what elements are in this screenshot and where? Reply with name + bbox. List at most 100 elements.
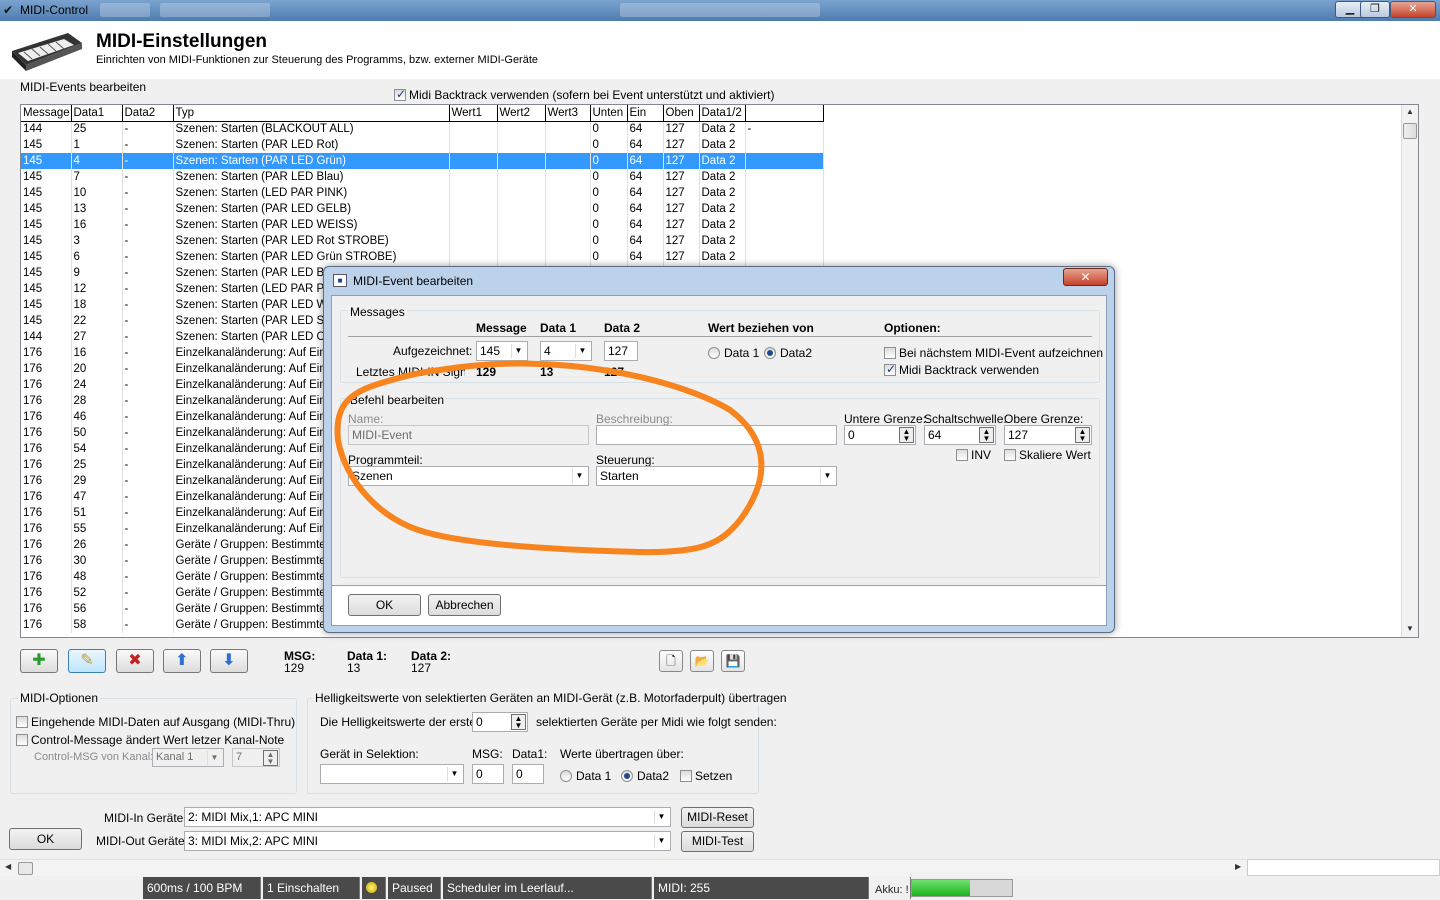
column-header[interactable]: Wert1 [449, 105, 498, 122]
brightness-msg-field[interactable]: 0 [472, 764, 504, 784]
source-data1-radio[interactable]: Data 1 [708, 346, 759, 360]
channel-number-field[interactable]: 7 ▲ ▼ [232, 748, 280, 767]
midi-thru-checkbox[interactable] [16, 716, 28, 728]
scroll-left-arrow-icon[interactable]: ◀ [5, 862, 11, 871]
new-file-button[interactable]: 🗋 [659, 650, 683, 672]
invert-row[interactable]: INV [956, 448, 991, 462]
upper-limit-field[interactable]: 127 ▲ ▼ [1004, 425, 1092, 445]
column-header[interactable] [745, 105, 824, 122]
delete-event-button[interactable]: ✖ [116, 649, 154, 673]
ok-button[interactable]: OK [9, 828, 82, 850]
channel-select-value: Kanal 1 [156, 751, 194, 763]
scale-checkbox[interactable] [1004, 449, 1016, 461]
maximize-button[interactable]: ❐ [1360, 1, 1390, 18]
stepper-icon[interactable]: ▲ ▼ [263, 750, 278, 766]
column-header[interactable]: Data2 [122, 105, 174, 122]
open-folder-button[interactable]: 📂 [690, 650, 714, 672]
column-header[interactable]: Ein [627, 105, 664, 122]
dialog-ok-button[interactable]: OK [348, 594, 421, 616]
move-up-button[interactable]: ⬆ [163, 649, 201, 673]
scroll-thumb[interactable] [1403, 123, 1417, 139]
set-checkbox-row[interactable]: Setzen [680, 769, 732, 783]
device-selection-combo[interactable]: ▼ [320, 764, 464, 784]
brightness-data1-field[interactable]: 0 [512, 764, 544, 784]
column-header[interactable]: Oben [663, 105, 700, 122]
radio-button[interactable] [560, 770, 572, 782]
name-field[interactable]: MIDI-Event [348, 425, 589, 445]
radio-button[interactable] [621, 770, 633, 782]
dialog-backtrack-checkbox[interactable] [884, 362, 896, 376]
program-part-combo[interactable]: Szenen ▼ [348, 466, 589, 486]
column-header[interactable]: Message [21, 105, 72, 122]
source-data2-radio[interactable]: Data2 [764, 346, 812, 360]
table-row[interactable]: 145 7- Szenen: Starten (PAR LED Blau) 0 64 12… [21, 169, 824, 185]
radio-button[interactable] [708, 347, 720, 359]
column-header[interactable]: Typ [173, 105, 450, 122]
column-header[interactable]: Data1 [71, 105, 123, 122]
record-next-checkbox[interactable] [884, 347, 896, 359]
transfer-data1-radio[interactable]: Data 1 [560, 769, 611, 783]
table-cell: 56 [71, 601, 123, 617]
move-down-button[interactable]: ⬇ [210, 649, 248, 673]
table-cell: 10 [71, 185, 123, 201]
midi-reset-button[interactable]: MIDI-Reset [681, 807, 754, 828]
table-row[interactable]: 145 4- Szenen: Starten (PAR LED Grün) 0 64 12… [21, 153, 824, 169]
set-checkbox[interactable] [680, 770, 692, 782]
stepper-icon[interactable]: ▲ ▼ [1075, 427, 1090, 443]
stepper-icon[interactable]: ▲ ▼ [511, 714, 526, 730]
table-row[interactable]: 144 25- Szenen: Starten (BLACKOUT ALL) 0 64 1… [21, 121, 824, 137]
dialog-backtrack-row[interactable]: Midi Backtrack verwenden [884, 362, 1039, 377]
scroll-down-arrow-icon[interactable]: ▼ [1406, 624, 1414, 633]
column-header[interactable]: Unten [590, 105, 628, 122]
close-button[interactable]: ✕ [1390, 1, 1436, 18]
channel-select[interactable]: Kanal 1 ▼ [152, 748, 224, 767]
record-next-row[interactable]: Bei nächstem MIDI-Event aufzeichnen [884, 346, 1103, 360]
description-field[interactable] [596, 425, 837, 445]
midi-out-combo[interactable]: 3: MIDI Mix,2: APC MINI ▼ [184, 831, 671, 851]
recorded-msg-combo[interactable]: 145 ▼ [476, 341, 528, 361]
control-msg-row[interactable]: Control-Message ändert Wert letzer Kanal… [16, 733, 284, 747]
add-event-button[interactable]: ✚ [20, 649, 58, 673]
backtrack-checkbox-row[interactable]: Midi Backtrack verwenden (sofern bei Eve… [394, 87, 775, 102]
recorded-data2-field[interactable]: 127 [604, 341, 638, 361]
column-header[interactable]: Wert2 [497, 105, 546, 122]
midi-in-combo[interactable]: 2: MIDI Mix,1: APC MINI ▼ [184, 807, 671, 827]
scale-row[interactable]: Skaliere Wert [1004, 448, 1091, 462]
save-button[interactable]: 💾 [721, 650, 745, 672]
stepper-icon[interactable]: ▲ ▼ [979, 427, 994, 443]
brightness-first-field[interactable]: 0 ▲ ▼ [472, 712, 528, 732]
lower-limit-field[interactable]: 0 ▲ ▼ [844, 425, 916, 445]
backtrack-checkbox[interactable] [394, 87, 406, 101]
hscroll-thumb[interactable] [18, 862, 33, 875]
table-cell: Szenen: Starten (LED PAR PINK) [173, 185, 450, 201]
control-msg-checkbox[interactable] [16, 734, 28, 746]
table-cell: - [122, 185, 174, 201]
edit-event-button[interactable]: ✎ [68, 649, 106, 673]
table-row[interactable]: 145 6- Szenen: Starten (PAR LED Grün STROB… [21, 249, 824, 265]
threshold-field[interactable]: 64 ▲ ▼ [924, 425, 996, 445]
column-header[interactable]: Wert3 [545, 105, 591, 122]
table-vertical-scrollbar[interactable]: ▲ ▼ [1401, 105, 1418, 637]
table-cell: 9 [71, 265, 123, 281]
col-data2-label: Data 2 [604, 321, 641, 335]
dialog-close-button[interactable]: ✕ [1063, 268, 1108, 286]
midi-test-button[interactable]: MIDI-Test [681, 831, 754, 852]
dialog-cancel-button[interactable]: Abbrechen [428, 594, 501, 616]
recorded-data1-combo[interactable]: 4 ▼ [540, 341, 592, 361]
radio-button[interactable] [764, 347, 776, 359]
table-row[interactable]: 145 10- Szenen: Starten (LED PAR PINK) 0 64 1… [21, 185, 824, 201]
status-midi: MIDI: 255 [654, 877, 869, 899]
column-header[interactable]: Data1/2 [699, 105, 746, 122]
invert-checkbox[interactable] [956, 449, 968, 461]
scroll-up-arrow-icon[interactable]: ▲ [1406, 107, 1414, 116]
table-row[interactable]: 145 16- Szenen: Starten (PAR LED WEISS) 0 64… [21, 217, 824, 233]
table-row[interactable]: 145 13- Szenen: Starten (PAR LED GELB) 0 64 1… [21, 201, 824, 217]
control-combo[interactable]: Starten ▼ [596, 466, 837, 486]
table-row[interactable]: 145 1- Szenen: Starten (PAR LED Rot) 0 64 127… [21, 137, 824, 153]
stepper-icon[interactable]: ▲ ▼ [899, 427, 914, 443]
transfer-data2-radio[interactable]: Data2 [621, 769, 669, 783]
scroll-right-arrow-icon[interactable]: ▶ [1235, 862, 1241, 871]
horizontal-scrollbar[interactable]: ◀ ▶ [0, 859, 1246, 876]
midi-thru-row[interactable]: Eingehende MIDI-Daten auf Ausgang (MIDI-… [16, 715, 295, 729]
table-row[interactable]: 145 3- Szenen: Starten (PAR LED Rot STROBE… [21, 233, 824, 249]
